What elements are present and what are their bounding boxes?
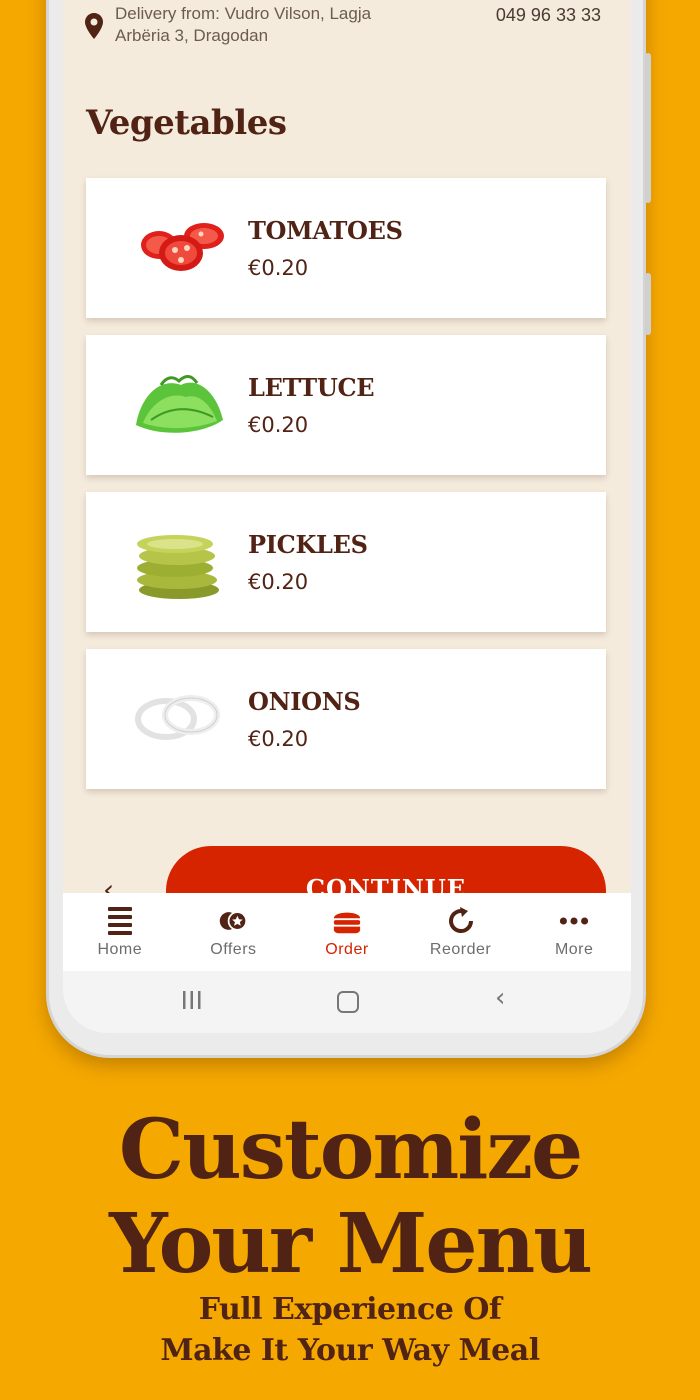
power-button [645,273,651,335]
onions-image [135,695,220,740]
promo-subtitle-line-2: Make It Your Way Meal [160,1333,540,1368]
tab-reorder[interactable]: Reorder [404,893,518,971]
ingredient-price: €0.20 [248,727,309,751]
ingredient-name: LETTUCE [248,373,375,402]
promo-headline-line-1: Customize [118,1102,583,1198]
app-screen: Delivery from: Vudro Vilson, Lagja Arbër… [63,0,631,1033]
tab-label: Order [325,941,369,958]
section-title: Vegetables [86,103,287,143]
delivery-address[interactable]: Delivery from: Vudro Vilson, Lagja Arbër… [85,3,425,53]
ingredient-name: TOMATOES [248,216,403,245]
ingredient-price: €0.20 [248,413,309,437]
volume-button [645,53,651,203]
pickles-image [137,535,219,599]
promo-subtitle-line-1: Full Experience Of [198,1292,502,1327]
tab-order[interactable]: Order [290,893,404,971]
tab-label: Reorder [429,941,492,958]
ingredient-card-lettuce[interactable]: LETTUCE €0.20 [86,335,606,475]
phone-frame: Delivery from: Vudro Vilson, Lagja Arbër… [46,0,651,1058]
burger-icon [332,905,362,937]
delivery-address-text: Delivery from: Vudro Vilson, Lagja Arbër… [115,3,371,47]
offers-icon [218,905,248,937]
tab-more[interactable]: More [517,893,631,971]
delivery-line-2: Arbëria 3, Dragodan [115,26,269,45]
tab-label: More [554,941,594,958]
home-icon [105,905,135,937]
ingredient-price: €0.20 [248,256,309,280]
store-phone-number[interactable]: 049 96 33 33 [496,5,601,26]
map-pin-icon [85,13,103,39]
ingredient-name: ONIONS [248,687,361,716]
promo-headline-line-2: Your Menu [109,1196,593,1292]
ingredient-name: PICKLES [248,530,368,559]
tab-home[interactable]: Home [63,893,177,971]
recents-icon[interactable] [181,989,203,1011]
lettuce-image [136,375,223,433]
tab-label: Home [97,941,143,958]
ingredient-card-onions[interactable]: ONIONS €0.20 [86,649,606,789]
ingredient-card-tomatoes[interactable]: TOMATOES €0.20 [86,178,606,318]
system-nav-bar: ‹ [63,971,631,1033]
delivery-line-1: Delivery from: Vudro Vilson, Lagja [115,4,372,23]
home-nav-icon[interactable] [337,991,359,1013]
ingredient-card-pickles[interactable]: PICKLES €0.20 [86,492,606,632]
tab-label: Offers [210,941,257,958]
tab-offers[interactable]: Offers [177,893,291,971]
bottom-tab-bar: Home Offers Order Reorder More [63,893,631,971]
ingredient-price: €0.20 [248,570,309,594]
back-nav-icon[interactable]: ‹ [495,983,505,1013]
refresh-icon [446,905,476,937]
more-dots-icon [559,905,589,937]
tomatoes-image [141,223,224,271]
